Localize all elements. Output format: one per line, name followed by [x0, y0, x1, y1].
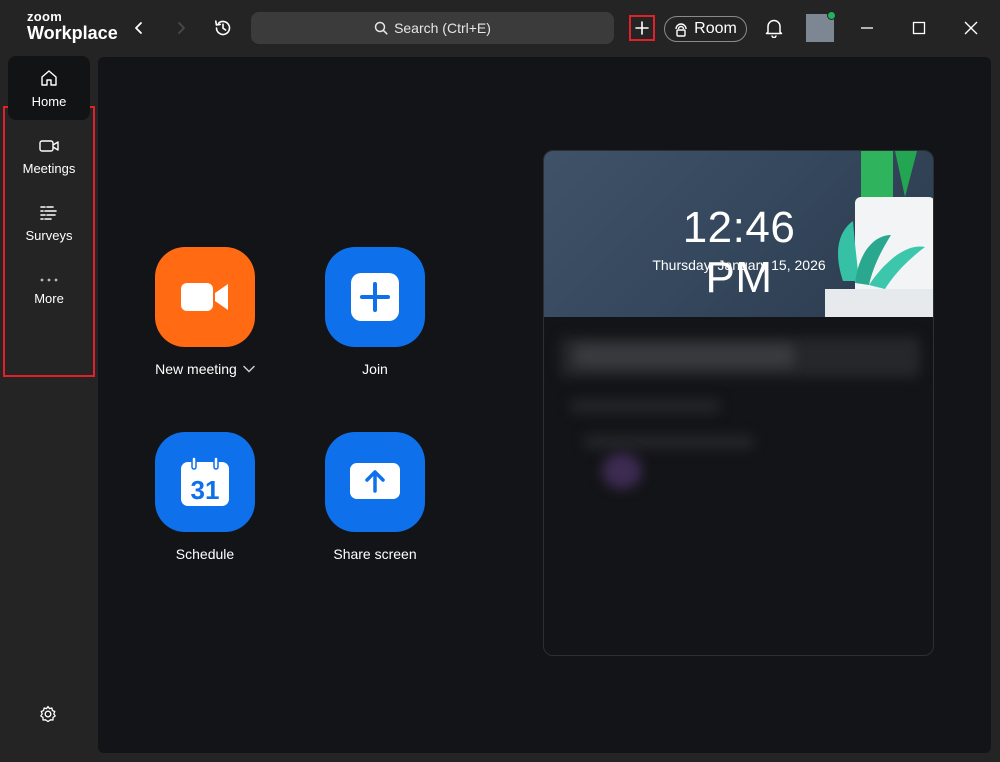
sidebar-item-label: More: [34, 290, 64, 306]
gear-icon: [40, 705, 56, 723]
sidebar-item-label: Surveys: [25, 227, 73, 243]
calendar-day-number: 31: [191, 475, 220, 505]
video-camera-icon: [39, 139, 59, 152]
join-button[interactable]: [325, 247, 425, 347]
new-meeting-button[interactable]: [155, 247, 255, 347]
current-time: 12:46 PM: [682, 203, 796, 302]
join-label: Join: [362, 361, 388, 377]
chevron-right-icon: [178, 22, 185, 34]
calendar-card: 12:46 PM Thursday, January 15, 2026: [543, 150, 934, 656]
close-button[interactable]: [960, 17, 982, 39]
share-up-arrow-icon: [350, 463, 400, 499]
current-date: Thursday, January 15, 2026: [652, 257, 826, 273]
share-screen-action[interactable]: Share screen: [290, 432, 460, 562]
plus-icon: [635, 21, 649, 35]
history-button[interactable]: [211, 16, 235, 40]
minimize-button[interactable]: [856, 17, 878, 39]
search-placeholder: Search (Ctrl+E): [394, 20, 491, 36]
settings-button[interactable]: [38, 704, 58, 724]
new-meeting-action[interactable]: New meeting: [120, 247, 290, 377]
home-icon: [41, 69, 57, 86]
sidebar-item-home[interactable]: Home: [8, 56, 90, 120]
chevron-down-icon[interactable]: [243, 365, 255, 373]
minimize-icon: [861, 27, 873, 29]
join-action[interactable]: Join: [290, 247, 460, 377]
new-meeting-label: New meeting: [155, 361, 237, 377]
schedule-label: Schedule: [175, 546, 235, 562]
room-label: Room: [694, 20, 737, 37]
sidebar-item-meetings[interactable]: Meetings: [8, 124, 90, 188]
history-clock-icon: [215, 20, 231, 36]
video-camera-icon: [181, 283, 228, 311]
sidebar: Home Meetings Surveys More: [0, 56, 98, 762]
sidebar-item-label: Home: [31, 93, 67, 109]
clock-banner: 12:46 PM Thursday, January 15, 2026: [544, 151, 933, 317]
share-screen-label: Share screen: [333, 546, 417, 562]
room-broadcast-icon: [675, 23, 687, 37]
sidebar-item-more[interactable]: More: [8, 258, 90, 322]
presence-status-dot: [827, 11, 836, 20]
back-button[interactable]: [128, 17, 150, 39]
forward-button[interactable]: [170, 17, 192, 39]
notifications-button[interactable]: [762, 16, 786, 40]
share-screen-button[interactable]: [325, 432, 425, 532]
search-bar[interactable]: Search (Ctrl+E): [251, 12, 614, 44]
schedule-action[interactable]: 31 Schedule: [120, 432, 290, 562]
survey-icon: [40, 205, 57, 220]
schedule-button[interactable]: 31: [155, 432, 255, 532]
maximize-icon: [912, 21, 926, 35]
plant-illustration: [825, 151, 933, 317]
sidebar-item-surveys[interactable]: Surveys: [8, 191, 90, 255]
search-icon: [374, 21, 388, 35]
sidebar-item-label: Meetings: [22, 160, 76, 176]
logo-zoom-text: zoom: [27, 9, 63, 24]
bell-icon: [765, 19, 783, 38]
close-icon: [964, 21, 978, 35]
chevron-left-icon: [135, 22, 142, 34]
room-button[interactable]: Room: [664, 16, 747, 42]
plus-icon: [351, 273, 399, 321]
title-bar: zoom Workplace Search (Ctrl+E) Room: [0, 0, 1000, 56]
new-action-button[interactable]: [629, 15, 655, 41]
logo-workplace-text: Workplace: [27, 23, 118, 43]
more-dots-icon: [40, 278, 58, 281]
maximize-button[interactable]: [908, 17, 930, 39]
app-logo: zoom Workplace: [27, 10, 118, 42]
calendar-icon: 31: [181, 456, 229, 506]
